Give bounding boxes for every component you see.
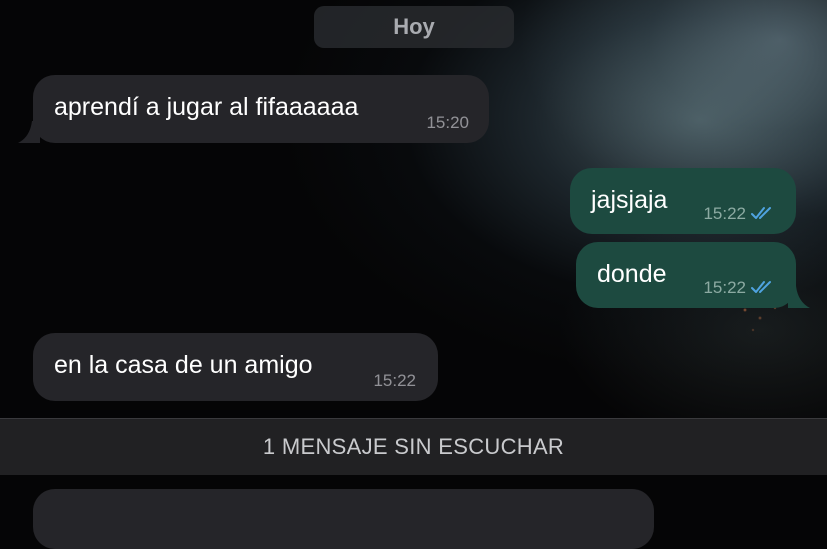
message-bubble-outgoing[interactable]: donde 15:22: [576, 242, 796, 308]
message-time: 15:22: [703, 204, 776, 224]
date-separator: Hoy: [314, 6, 514, 48]
bubble-tail-icon: [788, 286, 810, 308]
message-bubble-outgoing[interactable]: jajsjaja 15:22: [570, 168, 796, 234]
message-time: 15:20: [426, 113, 469, 132]
double-check-icon: [751, 207, 771, 219]
double-check-icon: [751, 281, 771, 293]
unread-messages-banner: 1 MENSAJE SIN ESCUCHAR: [0, 418, 827, 475]
unread-banner-label: 1 MENSAJE SIN ESCUCHAR: [262, 434, 565, 459]
message-bubble-incoming[interactable]: aprendí a jugar al fifaaaaaa 15:20: [33, 75, 489, 143]
message-time: 15:22: [703, 278, 776, 298]
date-label: Hoy: [393, 14, 435, 39]
message-text: donde: [597, 260, 667, 288]
message-time-label: 15:22: [703, 278, 746, 297]
message-bubble-incoming[interactable]: en la casa de un amigo 15:22: [33, 333, 438, 401]
message-text: aprendí a jugar al fifaaaaaa: [54, 93, 359, 121]
message-time: 15:22: [373, 371, 416, 390]
message-text: en la casa de un amigo: [54, 351, 313, 379]
message-bubble-incoming-partial[interactable]: [33, 489, 654, 549]
bubble-tail-icon: [18, 121, 40, 143]
message-text: jajsjaja: [591, 186, 668, 214]
message-time-label: 15:22: [703, 204, 746, 223]
